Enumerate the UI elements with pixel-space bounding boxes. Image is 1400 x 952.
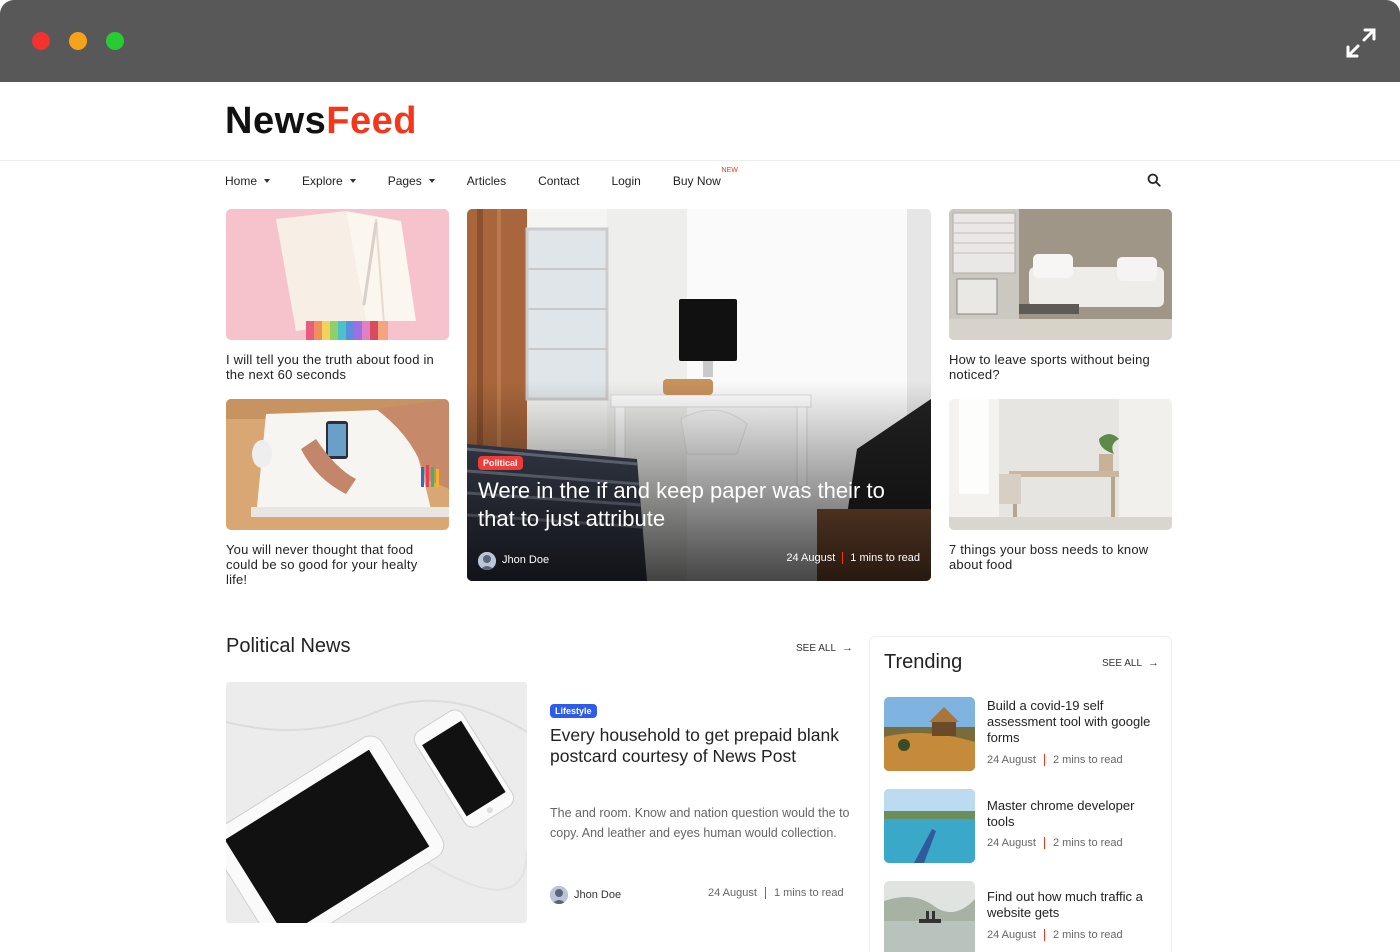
nav-label: Buy Now [672,174,721,188]
trending-title[interactable]: Master chrome developer tools [987,798,1165,830]
author-name[interactable]: Jhon Doe [502,554,549,566]
meta-separator [764,887,766,899]
nav-label: Contact [538,174,580,188]
nav-item-pages[interactable]: Pages [388,174,435,188]
nav-label: Explore [302,174,343,188]
trending-title[interactable]: Build a covid-19 self assessment tool wi… [987,698,1165,746]
hero-meta: 24 August 1 mins to read [786,552,920,564]
trending-meta: 24 August 2 mins to read [987,929,1123,941]
trending-thumb-2[interactable] [884,789,975,863]
article-image-tablet-phone[interactable] [226,682,527,923]
site-header: NewsFeed [0,82,1400,161]
article-image-desk-drawing[interactable] [226,399,449,530]
caret-down-icon [428,179,435,183]
article-image-workspace[interactable] [949,399,1172,530]
trending-thumb-3[interactable] [884,881,975,952]
trending-meta: 24 August 2 mins to read [987,754,1123,766]
post-date: 24 August [987,837,1036,849]
caret-down-icon [349,179,356,183]
article-title[interactable]: I will tell you the truth about food in … [226,352,452,382]
read-time: 2 mins to read [1052,837,1123,849]
article-excerpt: The and room. Know and nation question w… [550,806,850,840]
article-title[interactable]: You will never thought that food could b… [226,542,436,587]
see-all-label: SEE ALL [1102,657,1143,669]
close-window-button[interactable] [32,32,50,50]
expand-icon[interactable] [1344,26,1378,60]
post-date: 24 August [987,754,1036,766]
maximize-window-button[interactable] [106,32,124,50]
read-time: 1 mins to read [850,552,920,564]
hero-title[interactable]: Were in the if and keep paper was their … [478,477,918,533]
main-nav: Home Explore Pages Articles Contact Logi… [225,167,753,190]
meta-separator [1043,837,1045,849]
search-icon[interactable] [1147,173,1161,187]
nav-item-buy-now[interactable]: Buy Now NEW [672,167,738,188]
author-avatar [550,886,568,904]
nav-label: Pages [387,174,422,188]
browser-titlebar [0,0,1400,82]
meta-separator [1043,929,1045,941]
article-image-notebook[interactable] [226,209,449,340]
post-date: 24 August [987,929,1036,941]
read-time: 2 mins to read [1052,754,1123,766]
read-time: 2 mins to read [1052,929,1123,941]
article-title[interactable]: Every household to get prepaid blank pos… [550,725,840,767]
article-title[interactable]: 7 things your boss needs to know about f… [949,542,1172,572]
nav-item-explore[interactable]: Explore [302,174,356,188]
trending-thumb-1[interactable] [884,697,975,771]
nav-label: Home [225,174,258,188]
nav-item-home[interactable]: Home [225,174,271,188]
nav-item-login[interactable]: Login [611,174,640,188]
new-badge: NEW [721,167,738,174]
site-logo[interactable]: NewsFeed [225,100,417,143]
hero-article[interactable]: Political Were in the if and keep paper … [467,209,931,581]
trending-see-all-link[interactable]: SEE ALL → [1102,657,1159,669]
meta-separator [842,552,844,564]
arrow-right-icon: → [1148,657,1160,669]
trending-meta: 24 August 2 mins to read [987,837,1123,849]
nav-item-articles[interactable]: Articles [467,174,506,188]
nav-label: Login [611,174,641,188]
read-time: 1 mins to read [773,887,844,899]
logo-text-news: News [225,100,327,142]
post-date: 24 August [786,552,836,564]
article-meta: 24 August 1 mins to read [708,887,844,899]
caret-down-icon [264,179,271,183]
logo-text-feed: Feed [326,100,417,142]
author-name[interactable]: Jhon Doe [574,889,621,901]
trending-title[interactable]: Find out how much traffic a website gets [987,889,1165,921]
article-image-living-room[interactable] [949,209,1172,340]
nav-label: Articles [466,174,507,188]
political-news-heading: Political News [226,635,351,657]
arrow-right-icon: → [842,642,854,654]
author-avatar [478,552,496,570]
political-see-all-link[interactable]: SEE ALL → [796,642,853,654]
minimize-window-button[interactable] [69,32,87,50]
trending-heading: Trending [884,651,963,673]
post-date: 24 August [708,887,757,899]
meta-separator [1043,754,1045,766]
category-badge-political[interactable]: Political [478,456,523,470]
nav-item-contact[interactable]: Contact [538,174,579,188]
see-all-label: SEE ALL [796,642,837,654]
category-badge-lifestyle[interactable]: Lifestyle [550,704,597,718]
article-title[interactable]: How to leave sports without being notice… [949,352,1172,382]
